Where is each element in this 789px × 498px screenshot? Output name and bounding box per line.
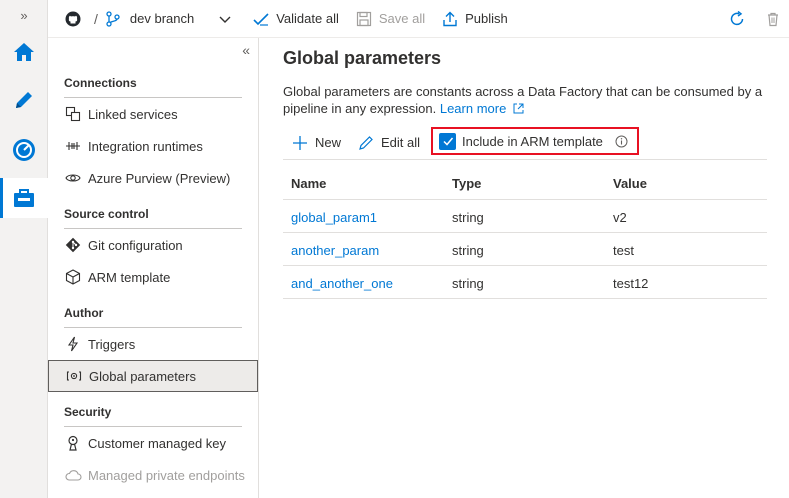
table-row[interactable]: and_another_one string test12 xyxy=(283,266,767,299)
external-link-icon xyxy=(513,103,524,114)
branch-selector[interactable]: dev branch xyxy=(104,0,240,38)
nav-item-azure-purview[interactable]: Azure Purview (Preview) xyxy=(48,162,258,194)
column-header-type[interactable]: Type xyxy=(452,176,481,191)
section-security: Security xyxy=(64,405,242,427)
publish-upload-icon xyxy=(441,10,459,28)
nav-item-label: Git configuration xyxy=(88,237,183,253)
new-label: New xyxy=(315,135,342,150)
save-icon xyxy=(355,10,373,28)
param-type: string xyxy=(452,210,484,225)
nav-item-label: Managed private endpoints xyxy=(88,467,245,483)
refresh-button[interactable] xyxy=(728,0,752,38)
section-connections: Connections xyxy=(64,76,242,98)
nav-item-customer-managed-key[interactable]: Customer managed key xyxy=(48,427,258,459)
key-lock-icon xyxy=(64,434,82,452)
global-parameters-icon xyxy=(65,367,83,385)
table-row[interactable]: global_param1 string v2 xyxy=(283,200,767,233)
nav-item-arm-template[interactable]: ARM template xyxy=(48,261,258,293)
manage-nav: « Connections Linked services Integratio… xyxy=(48,38,259,498)
checkbox-checked-icon[interactable] xyxy=(439,132,456,150)
save-all-button[interactable]: Save all xyxy=(355,0,425,38)
nav-item-linked-services[interactable]: Linked services xyxy=(48,98,258,130)
cloud-icon xyxy=(64,466,82,484)
include-arm-template-checkbox[interactable]: Include in ARM template xyxy=(431,127,639,155)
save-all-label: Save all xyxy=(378,11,426,26)
nav-item-label: Linked services xyxy=(88,106,178,122)
git-repo-selector[interactable] xyxy=(64,0,88,38)
include-arm-label: Include in ARM template xyxy=(462,133,603,149)
param-value: test xyxy=(613,243,634,258)
validate-all-button[interactable]: Validate all xyxy=(252,0,339,38)
author-pencil-icon[interactable] xyxy=(0,80,48,120)
global-parameters-table: Name Type Value global_param1 string v2 … xyxy=(283,164,767,299)
column-header-value[interactable]: Value xyxy=(613,176,647,191)
nav-item-label: Customer managed key xyxy=(88,435,227,451)
edit-pencil-icon xyxy=(357,134,375,152)
home-icon[interactable] xyxy=(0,32,48,72)
nav-item-git-configuration[interactable]: Git configuration xyxy=(48,229,258,261)
info-icon[interactable] xyxy=(615,135,628,148)
nav-item-label: Azure Purview (Preview) xyxy=(88,170,231,186)
branch-icon xyxy=(104,10,122,28)
validate-check-icon xyxy=(252,10,270,28)
lightning-icon xyxy=(64,335,82,353)
param-name-link[interactable]: global_param1 xyxy=(291,210,377,225)
param-name-link[interactable]: another_param xyxy=(291,243,379,258)
nav-item-triggers[interactable]: Triggers xyxy=(48,328,258,360)
git-icon xyxy=(64,236,82,254)
nav-item-global-parameters[interactable]: Global parameters xyxy=(48,360,258,392)
breadcrumb-separator: / xyxy=(94,10,98,27)
top-toolbar: / dev branch Validate all Save all Publi… xyxy=(48,0,789,38)
nav-item-integration-runtimes[interactable]: Integration runtimes xyxy=(48,130,258,162)
edit-all-label: Edit all xyxy=(381,135,421,150)
cube-icon xyxy=(64,268,82,286)
monitor-icon[interactable] xyxy=(0,130,48,170)
validate-all-label: Validate all xyxy=(276,11,339,26)
left-rail: » xyxy=(0,0,48,498)
refresh-icon xyxy=(728,10,746,28)
linked-services-icon xyxy=(64,105,82,123)
param-type: string xyxy=(452,276,484,291)
nav-item-label: Global parameters xyxy=(89,368,196,384)
section-source-control: Source control xyxy=(64,207,242,229)
learn-more-link[interactable]: Learn more xyxy=(440,101,524,116)
manage-toolbox-icon[interactable] xyxy=(0,178,48,218)
github-icon xyxy=(64,10,82,28)
collapse-nav-icon[interactable]: « xyxy=(242,42,250,58)
publish-label: Publish xyxy=(465,11,508,26)
branch-name: dev branch xyxy=(129,11,195,26)
page-description: Global parameters are constants across a… xyxy=(283,83,763,117)
param-value: test12 xyxy=(613,276,649,291)
new-button[interactable]: New xyxy=(291,134,341,152)
table-row[interactable]: another_param string test xyxy=(283,233,767,266)
learn-more-label: Learn more xyxy=(439,101,507,116)
table-header: Name Type Value xyxy=(283,164,767,200)
publish-button[interactable]: Publish xyxy=(441,0,508,38)
nav-item-label: Triggers xyxy=(88,336,136,352)
edit-all-button[interactable]: Edit all xyxy=(357,134,420,152)
column-header-name[interactable]: Name xyxy=(291,176,326,191)
nav-item-label: Integration runtimes xyxy=(88,138,203,154)
integration-runtime-icon xyxy=(64,137,82,155)
eye-icon xyxy=(64,169,82,187)
param-type: string xyxy=(452,243,484,258)
param-name-link[interactable]: and_another_one xyxy=(291,276,393,291)
nav-item-managed-private-endpoints[interactable]: Managed private endpoints xyxy=(48,459,258,491)
trash-icon xyxy=(764,10,782,28)
discard-button[interactable] xyxy=(764,0,788,38)
page-title: Global parameters xyxy=(283,48,442,68)
plus-icon xyxy=(291,134,309,152)
section-author: Author xyxy=(64,306,242,328)
param-value: v2 xyxy=(613,210,627,225)
expand-rail-icon[interactable]: » xyxy=(0,4,48,28)
nav-item-label: ARM template xyxy=(88,269,171,285)
chevron-down-icon[interactable] xyxy=(216,10,234,28)
